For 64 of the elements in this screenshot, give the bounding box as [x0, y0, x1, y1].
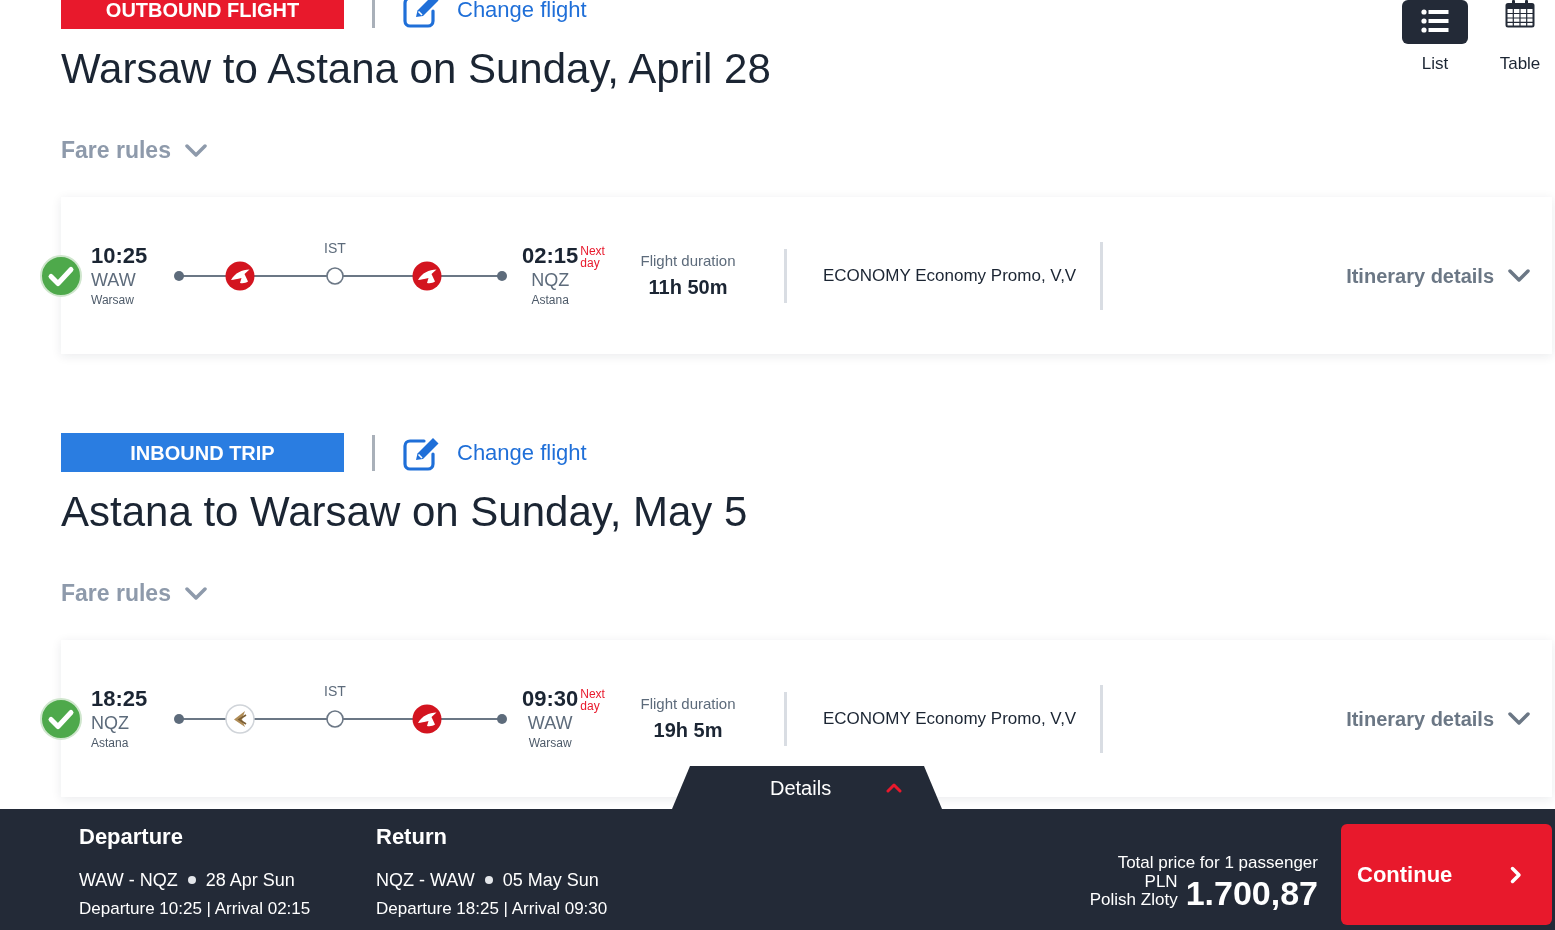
airport-code: NQZ	[91, 711, 130, 734]
route-end-dot-icon	[496, 270, 507, 281]
flight-duration: 19h 5m	[653, 717, 723, 743]
total-price-label: Total price for 1 passenger	[1117, 853, 1318, 873]
trip-badge: INBOUND TRIP	[61, 433, 344, 472]
currency-code: PLN	[1144, 873, 1178, 891]
stop-code: IST	[324, 681, 346, 701]
departure-time: 10:25	[91, 242, 149, 269]
change-flight-link[interactable]: Change flight	[402, 0, 587, 28]
currency-name: Polish Zloty	[1089, 891, 1178, 909]
stop-code: IST	[324, 238, 346, 258]
route-end-dot-icon	[174, 713, 184, 724]
stop-marker-icon	[325, 709, 344, 728]
trip-heading: Departure	[79, 823, 184, 851]
fare-class: ECONOMY Economy Promo, V,V	[822, 264, 1078, 287]
details-tab[interactable]: Details	[672, 766, 942, 809]
city-name: Warsaw	[91, 291, 135, 309]
next-day-note: Next day	[580, 244, 605, 269]
trip-route: WAW - NQZ	[79, 869, 178, 892]
departure-time: 18:25	[91, 685, 149, 712]
fare-class: ECONOMY Economy Promo, V,V	[822, 707, 1078, 730]
chevron-right-icon	[1510, 865, 1522, 884]
airline-logo-icon	[225, 703, 255, 734]
arrival-time: 09:30	[522, 685, 579, 712]
fare-rules-button[interactable]: Fare rules	[61, 578, 207, 608]
calendar-icon	[1505, 0, 1535, 28]
next-day-note: Next day	[580, 687, 605, 712]
trip-title: Astana to Warsaw on Sunday, May 5	[61, 487, 748, 537]
separator-dot-icon	[484, 876, 493, 884]
flight-duration: 11h 50m	[648, 274, 728, 300]
stop-marker-icon	[325, 266, 344, 285]
city-name: Astana	[531, 291, 569, 309]
airline-logo-icon	[225, 260, 255, 291]
trip-times: Departure 10:25 | Arrival 02:15	[79, 898, 312, 920]
list-icon	[1402, 0, 1468, 44]
continue-button[interactable]: Continue	[1341, 824, 1552, 925]
itinerary-details-button[interactable]: Itinerary details	[1346, 260, 1530, 291]
trip-badge: OUTBOUND FLIGHT	[61, 0, 344, 29]
total-price: 1.700,87	[1185, 874, 1318, 912]
airline-logo-icon	[411, 260, 442, 291]
arrival-time: 02:15	[522, 242, 579, 269]
city-name: Warsaw	[528, 734, 572, 752]
route-end-dot-icon	[496, 713, 507, 724]
trip-title: Warsaw to Astana on Sunday, April 28	[61, 44, 771, 94]
trip-times: Departure 18:25 | Arrival 09:30	[376, 898, 609, 920]
list-view-button[interactable]: List	[1402, 0, 1468, 75]
change-flight-link[interactable]: Change flight	[402, 434, 587, 471]
airport-code: WAW	[91, 268, 137, 291]
itinerary-details-button[interactable]: Itinerary details	[1346, 703, 1530, 734]
edit-icon	[402, 0, 442, 28]
trip-heading: Return	[376, 823, 448, 851]
table-view-button[interactable]: Table	[1498, 0, 1542, 75]
airport-code: WAW	[527, 711, 573, 734]
duration-label: Flight duration	[640, 250, 736, 271]
trip-date: 05 May Sun	[502, 869, 599, 892]
trip-date: 28 Apr Sun	[205, 869, 295, 892]
route-end-dot-icon	[174, 270, 184, 281]
separator-dot-icon	[187, 876, 196, 884]
trip-route: NQZ - WAW	[376, 869, 475, 892]
airline-logo-icon	[411, 703, 442, 734]
duration-label: Flight duration	[640, 693, 736, 714]
fare-rules-button[interactable]: Fare rules	[61, 135, 207, 165]
airport-code: NQZ	[531, 268, 570, 291]
city-name: Astana	[91, 734, 130, 752]
